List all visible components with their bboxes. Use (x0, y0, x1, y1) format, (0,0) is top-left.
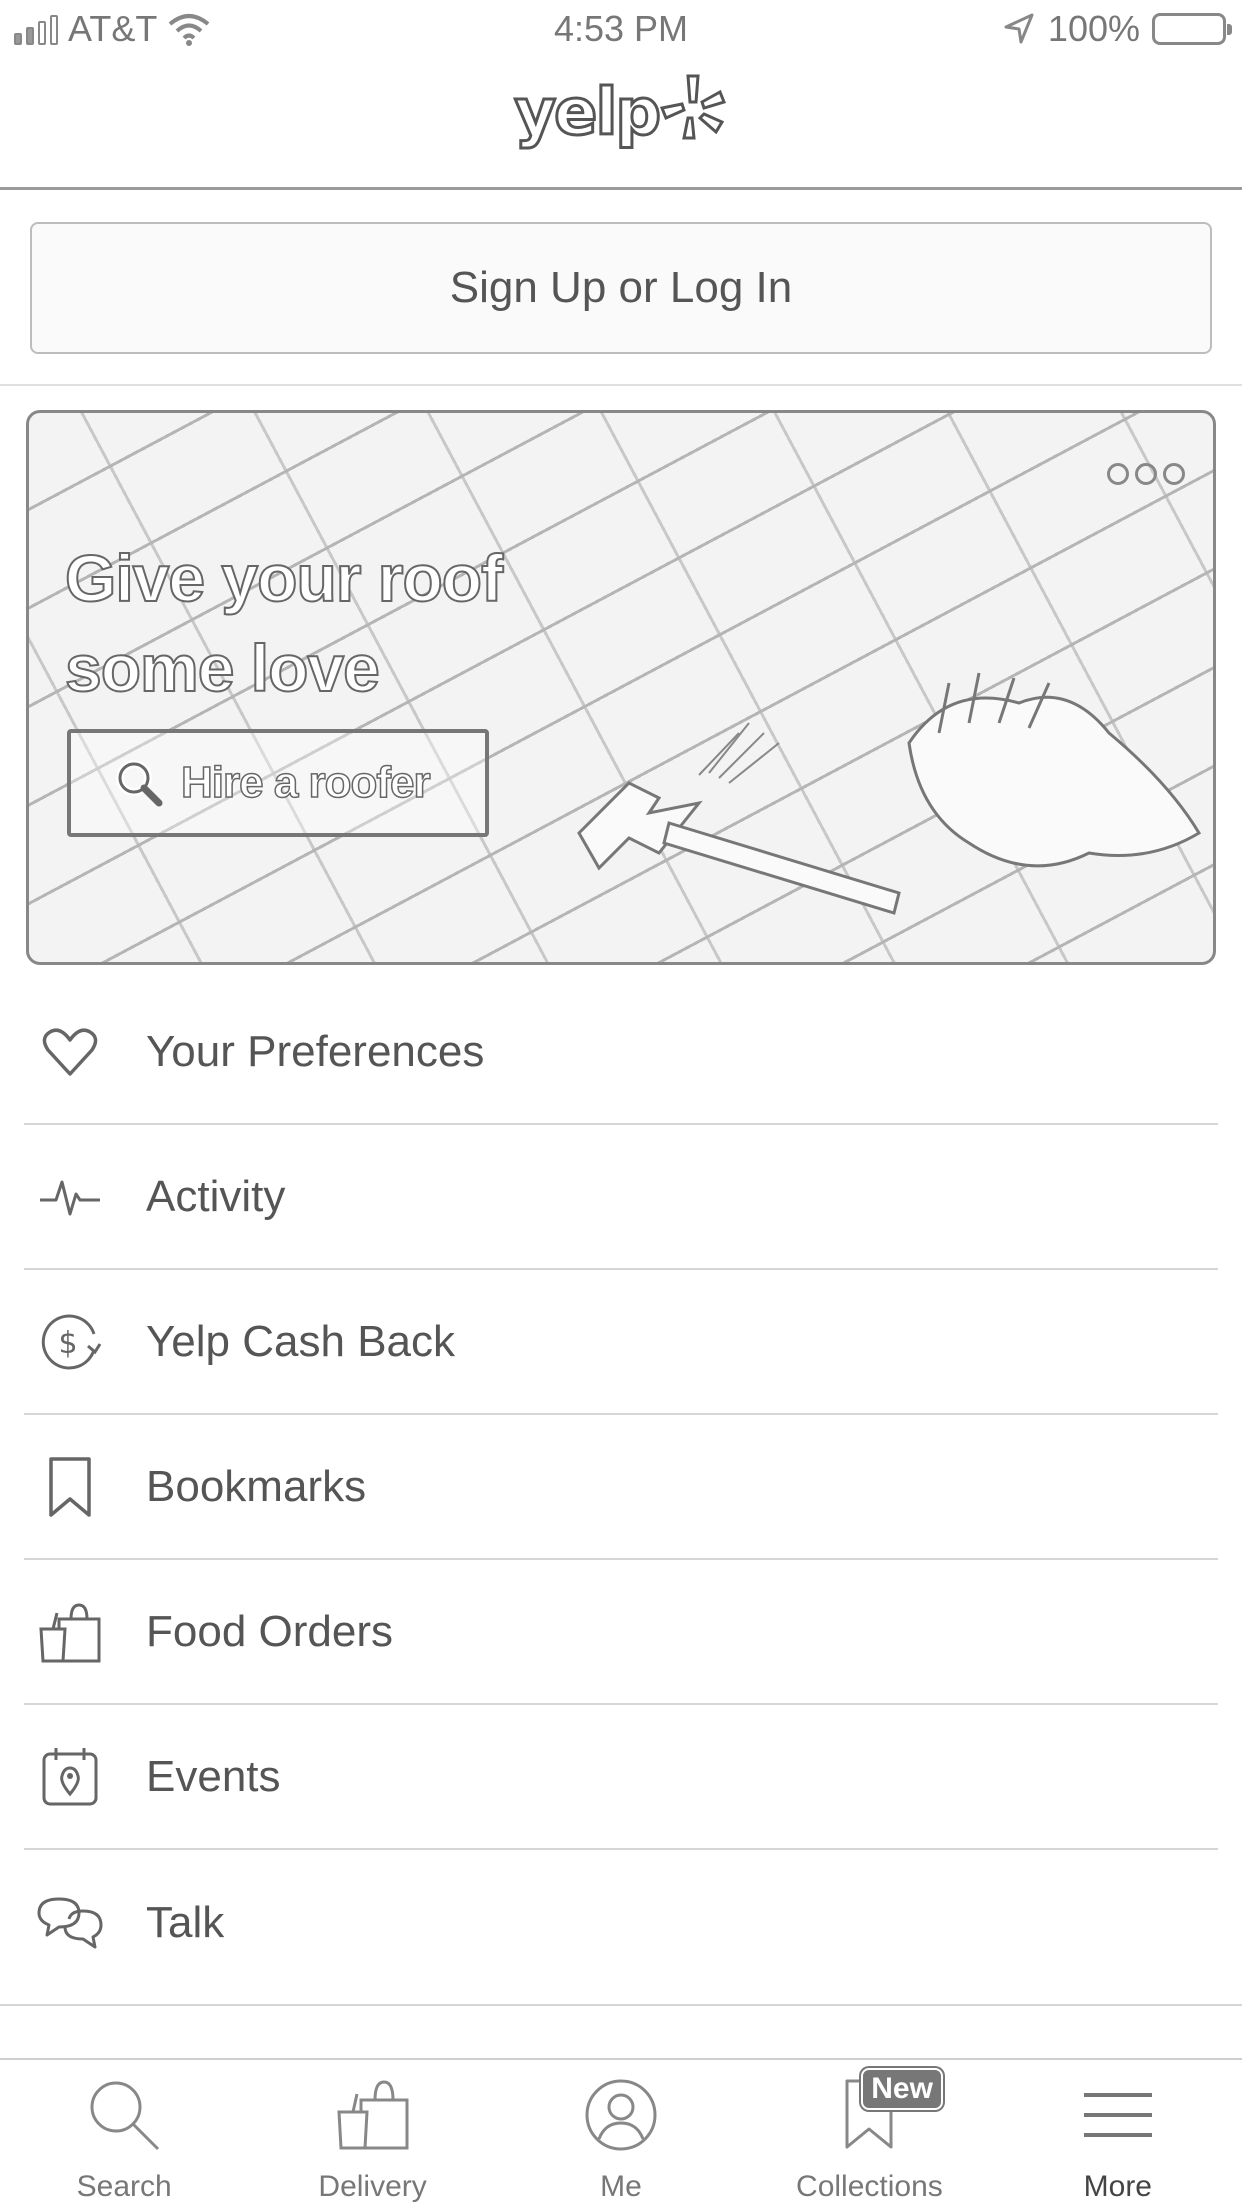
logo-text: yelp (513, 75, 663, 152)
tab-search[interactable]: Search (0, 2060, 248, 2208)
search-icon (116, 760, 163, 807)
tab-label: Search (76, 2170, 172, 2203)
tab-label: Collections (796, 2170, 943, 2203)
divider (0, 2004, 1242, 2006)
bookmark-icon (34, 1451, 106, 1523)
menu-item-bookmarks[interactable]: Bookmarks (24, 1415, 1218, 1560)
cash-back-icon: $ (34, 1306, 106, 1378)
promo-banner[interactable]: Give your roof some love Hire a roofer (26, 410, 1216, 965)
status-bar: AT&T 4:53 PM 100% (0, 0, 1242, 62)
menu-item-label: Your Preferences (146, 1026, 485, 1076)
tab-bar: Search Delivery Me New Collections More (0, 2058, 1242, 2208)
tab-collections[interactable]: New Collections (745, 2060, 993, 2208)
location-arrow-icon (1004, 13, 1034, 44)
battery-percent: 100% (1047, 8, 1140, 49)
menu-item-talk[interactable]: Talk (24, 1850, 1218, 1995)
tab-label: Me (600, 2170, 642, 2203)
hire-roofer-button[interactable]: Hire a roofer (67, 729, 489, 837)
new-badge: New (861, 2068, 943, 2110)
hammer-gloves-illustration (577, 672, 1202, 915)
tab-more[interactable]: More (994, 2060, 1242, 2208)
more-options-icon[interactable] (1107, 463, 1185, 485)
menu-item-label: Talk (146, 1897, 225, 1947)
menu-item-food-orders[interactable]: Food Orders (24, 1560, 1218, 1705)
activity-icon (34, 1161, 106, 1233)
menu-item-events[interactable]: Events (24, 1705, 1218, 1850)
delivery-icon (335, 2074, 411, 2156)
status-right: 100% (1002, 8, 1232, 50)
yelp-logo: yelp (0, 72, 1242, 152)
heart-icon (34, 1016, 106, 1088)
menu-item-activity[interactable]: Activity (24, 1125, 1218, 1270)
promo-title-line1: Give your roof (64, 540, 504, 616)
tab-delivery[interactable]: Delivery (248, 2060, 496, 2208)
menu-item-label: Food Orders (146, 1606, 393, 1656)
tab-me[interactable]: Me (497, 2060, 745, 2208)
search-icon (84, 2074, 164, 2156)
calendar-icon (34, 1741, 106, 1813)
signin-section: Sign Up or Log In (0, 190, 1242, 386)
battery-icon (1152, 13, 1232, 45)
menu-item-cash-back[interactable]: $ Yelp Cash Back (24, 1270, 1218, 1415)
yelp-burst-icon (659, 74, 726, 140)
menu-item-preferences[interactable]: Your Preferences (24, 980, 1218, 1125)
menu-item-label: Yelp Cash Back (146, 1316, 456, 1366)
food-bag-icon (34, 1596, 106, 1668)
tab-label: More (1083, 2170, 1152, 2203)
tab-label: Delivery (318, 2170, 427, 2203)
svg-text:$: $ (58, 1326, 77, 1361)
menu-list: Your Preferences Activity $ Yelp Cash Ba… (0, 980, 1242, 1995)
promo-title-line2: some love (64, 630, 381, 706)
signup-login-button[interactable]: Sign Up or Log In (30, 222, 1212, 354)
app-header: yelp (0, 62, 1242, 190)
hamburger-icon (1080, 2074, 1156, 2156)
chat-bubbles-icon (34, 1887, 106, 1959)
menu-item-label: Bookmarks (146, 1461, 367, 1511)
menu-item-label: Activity (146, 1171, 286, 1221)
menu-item-label: Events (146, 1751, 281, 1801)
hire-roofer-label: Hire a roofer (180, 757, 431, 808)
profile-icon (583, 2074, 659, 2156)
promo-title: Give your roof some love (64, 533, 504, 713)
